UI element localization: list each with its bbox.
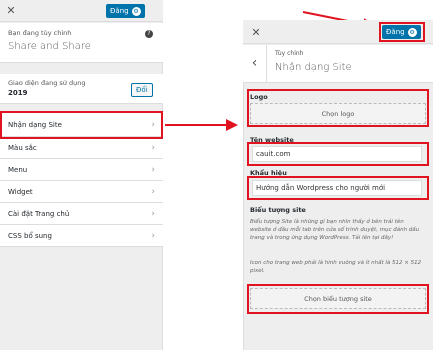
highlight-logo (247, 89, 429, 127)
back-icon[interactable]: ‹ (243, 45, 267, 83)
highlight-publish (379, 22, 425, 42)
highlight-site-title (247, 142, 429, 166)
close-icon[interactable]: ✕ (248, 25, 264, 41)
section-title: Nhận dạng Site (275, 62, 352, 73)
breadcrumb: Tùy chỉnh (275, 50, 304, 57)
site-icon-size-note: Icon cho trang web phải là hình vuông và… (250, 260, 422, 274)
highlight-tagline (247, 176, 429, 200)
site-icon-label: Biểu tượng site (250, 206, 306, 214)
highlight-site-icon (247, 284, 429, 314)
site-icon-description: Biểu tượng Site là những gì bạn nhìn thấ… (250, 219, 420, 241)
